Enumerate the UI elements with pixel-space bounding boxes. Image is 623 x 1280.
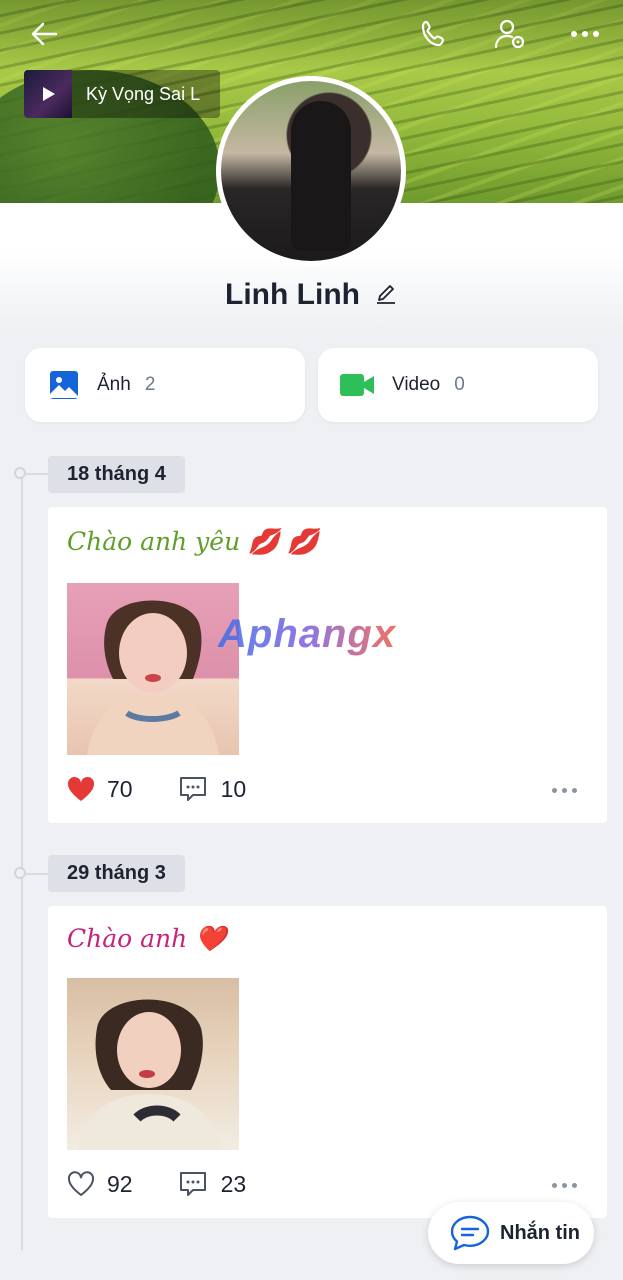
profile-name-row: Linh Linh [0,278,623,312]
post-photo-portrait [77,999,221,1150]
post-card[interactable]: Chào anh ❤️ 92 23 [48,906,607,1218]
avatar-image [221,81,401,261]
photos-label: Ảnh [97,374,131,395]
profile-name: Linh Linh [225,278,360,311]
post-stats: 92 23 [67,1170,246,1198]
like-button[interactable] [67,776,95,802]
profile-music[interactable]: Kỳ Vọng Sai L [24,70,220,118]
call-button[interactable] [414,14,454,54]
photos-count: 2 [144,374,156,395]
post-text: Chào anh yêu 💋 💋 [67,527,319,556]
music-thumbnail [24,70,72,118]
play-icon [43,87,55,101]
post-date: 18 tháng 4 [48,456,185,493]
more-dots-icon [571,31,599,37]
videos-count: 0 [454,374,465,395]
post-photo[interactable] [67,978,239,1150]
like-count: 70 [107,775,133,802]
back-button[interactable] [24,14,64,54]
user-gear-icon [494,19,525,49]
post-photo[interactable] [67,583,239,755]
post-date: 29 tháng 3 [48,855,185,892]
phone-icon [421,20,445,47]
message-button-label: Nhắn tin [500,1221,580,1244]
like-count: 92 [107,1170,133,1197]
comment-button[interactable] [179,1170,207,1198]
heart-filled-icon [67,776,95,801]
timeline-dot [14,867,26,879]
video-camera-icon [340,374,374,396]
timeline-line [21,474,23,1250]
post-text: Chào anh ❤️ [67,924,227,953]
more-options-button[interactable] [565,14,605,54]
comment-count: 23 [220,1170,247,1197]
comment-button[interactable] [179,775,207,803]
like-button[interactable] [67,1171,95,1197]
comment-count: 10 [220,775,247,802]
videos-label: Video [392,374,441,395]
chat-bubble-icon [450,1215,490,1251]
music-title: Kỳ Vọng Sai L [86,83,201,104]
heart-outline-icon [67,1171,95,1196]
post-more-button[interactable] [552,788,577,793]
comment-icon [179,777,206,801]
back-arrow-icon [31,22,58,46]
videos-button[interactable]: Video 0 [318,348,598,422]
profile-settings-button[interactable] [490,14,530,54]
timeline-dot [14,467,26,479]
post-card[interactable]: Chào anh yêu 💋 💋 70 10 [48,507,607,823]
avatar[interactable] [216,76,406,266]
photo-icon [50,371,78,399]
timeline-connector [26,873,48,875]
watermark-text: Aphangx [218,612,397,656]
photos-button[interactable]: Ảnh 2 [25,348,305,422]
post-photo-portrait [87,600,219,755]
message-button[interactable]: Nhắn tin [428,1202,594,1264]
comment-icon [179,1172,206,1196]
timeline-connector [26,473,48,475]
pencil-icon [376,285,395,304]
edit-name-button[interactable] [374,283,398,307]
post-stats: 70 10 [67,775,246,803]
post-more-button[interactable] [552,1183,577,1188]
